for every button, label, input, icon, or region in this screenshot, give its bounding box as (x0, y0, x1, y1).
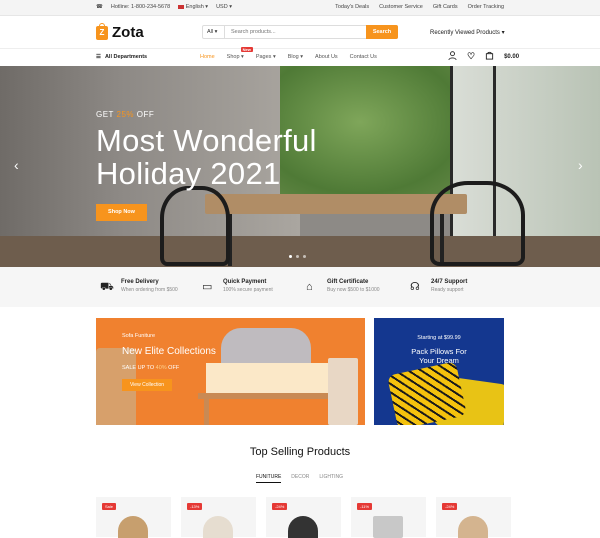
banner-title: Pack Pillows For Your Dream (411, 347, 467, 365)
slider-dot[interactable] (303, 255, 306, 258)
lamp-image (328, 358, 358, 425)
bed-frame (198, 393, 338, 399)
cart-icon[interactable] (485, 51, 494, 62)
product-image (118, 516, 148, 538)
features-bar: ⛟ Free Delivery When ordering from $500 ▭ Q… (0, 267, 600, 307)
logo[interactable]: Z Zota (96, 22, 144, 41)
main-nav: ☰ All Departments Home Shop ▾ New Pages ▾ … (0, 47, 600, 65)
hero-pretitle: GET 25% OFF (96, 110, 155, 119)
banner-price: Starting at $99.99 (417, 335, 461, 341)
bed-leg (204, 398, 209, 425)
section-title: Top Selling Products (249, 446, 351, 458)
hotline-text: Hotline: 1-800-234-5678 (110, 4, 171, 10)
hero-chair (430, 181, 525, 266)
discount-badge: -13% (187, 503, 203, 510)
product-card[interactable]: Sale (96, 497, 171, 538)
chevron-left-icon[interactable]: ‹ (14, 157, 19, 173)
product-card[interactable]: -24% (266, 497, 341, 538)
nav-about[interactable]: About Us (315, 54, 338, 60)
slider-dot[interactable] (289, 255, 292, 258)
new-badge: New (240, 47, 253, 52)
banner-offer: SALE UP TO 40% OFF (122, 365, 180, 371)
chevron-right-icon[interactable]: › (578, 157, 583, 173)
gift-cards-link[interactable]: Gift Cards (433, 4, 458, 10)
pillows-banner[interactable]: Starting at $99.99 Pack Pillows For Your … (374, 318, 504, 425)
nav-shop[interactable]: Shop ▾ New (227, 47, 253, 60)
nav-home[interactable]: Home (200, 54, 215, 60)
feature-item: ▭ Quick Payment 100% secure payment (202, 279, 273, 293)
product-image (288, 516, 318, 538)
todays-deals-link[interactable]: Today's Deals (335, 4, 369, 10)
phone-icon: ☎ (96, 4, 103, 10)
feature-item: ☊ 24/7 Support Ready support (410, 279, 468, 293)
tab-lighting[interactable]: LIGHTING (319, 474, 343, 483)
menu-icon: ☰ (96, 54, 101, 60)
wishlist-icon[interactable]: ♡ (467, 51, 475, 62)
user-icon[interactable] (448, 51, 457, 62)
product-card[interactable]: -11% (351, 497, 426, 538)
feature-item: ⌂ Gift Certificate Buy now $500 to $1000 (306, 279, 380, 293)
discount-badge: Sale (102, 503, 117, 510)
discount-badge: -24% (442, 503, 458, 510)
search-button[interactable]: Search (366, 24, 398, 39)
search-input[interactable] (225, 26, 366, 38)
product-grid: Sale -13% -24% -11% -24% (96, 497, 511, 538)
pillow-image (387, 361, 467, 425)
nav-blog[interactable]: Blog ▾ (288, 54, 303, 60)
bed-headboard (221, 328, 311, 368)
card-icon: ▭ (202, 281, 213, 293)
tab-funiture[interactable]: FUNITURE (256, 474, 282, 483)
feature-item: ⛟ Free Delivery When ordering from $500 (100, 279, 178, 293)
language-selector[interactable]: English ▾ (178, 4, 208, 10)
all-departments-button[interactable]: ☰ All Departments (96, 54, 147, 60)
bed-mattress (206, 363, 336, 393)
view-collection-button[interactable]: View Collection (122, 379, 172, 391)
product-card[interactable]: -13% (181, 497, 256, 538)
elite-collection-banner[interactable]: Sofa Funiture New Elite Collections SALE… (96, 318, 365, 425)
logo-text: Zota (112, 24, 144, 41)
product-tabs: FUNITURE DECOR LIGHTING (256, 474, 343, 483)
slider-dots (289, 255, 306, 258)
truck-icon: ⛟ (100, 281, 114, 293)
nav-contact[interactable]: Contact Us (350, 54, 377, 60)
search-bar: All ▾ Search (202, 24, 398, 39)
discount-badge: -11% (357, 503, 373, 510)
recently-viewed-dropdown[interactable]: Recently Viewed Products ▾ (430, 29, 505, 36)
slider-dot[interactable] (296, 255, 299, 258)
currency-selector[interactable]: USD ▾ (216, 4, 232, 10)
top-bar: ☎ Hotline: 1-800-234-5678 English ▾ USD … (0, 0, 600, 16)
gift-icon: ⌂ (306, 281, 313, 293)
hero-chair (160, 186, 230, 266)
banner-title: New Elite Collections (122, 346, 216, 357)
search-category-select[interactable]: All ▾ (203, 26, 225, 38)
nav-pages[interactable]: Pages ▾ (256, 54, 276, 60)
headset-icon: ☊ (410, 281, 420, 293)
customer-service-link[interactable]: Customer Service (379, 4, 423, 10)
shop-now-button[interactable]: Shop Now (96, 204, 147, 221)
hero-table (205, 194, 467, 214)
hero-title: Most Wonderful Holiday 2021 (96, 123, 317, 191)
flag-icon (178, 4, 185, 9)
product-card[interactable]: -24% (436, 497, 511, 538)
product-image (203, 516, 233, 538)
product-image (458, 516, 488, 538)
cart-total[interactable]: $0.00 (504, 54, 519, 60)
header: Z Zota All ▾ Search Recently Viewed Prod… (0, 17, 600, 47)
bag-logo-icon: Z (96, 22, 108, 40)
discount-badge: -24% (272, 503, 288, 510)
product-image (373, 516, 403, 538)
hero-banner: GET 25% OFF Most Wonderful Holiday 2021 S… (0, 66, 600, 267)
tab-decor[interactable]: DECOR (291, 474, 309, 483)
banner-subtitle: Sofa Funiture (122, 333, 156, 339)
order-tracking-link[interactable]: Order Tracking (468, 4, 504, 10)
